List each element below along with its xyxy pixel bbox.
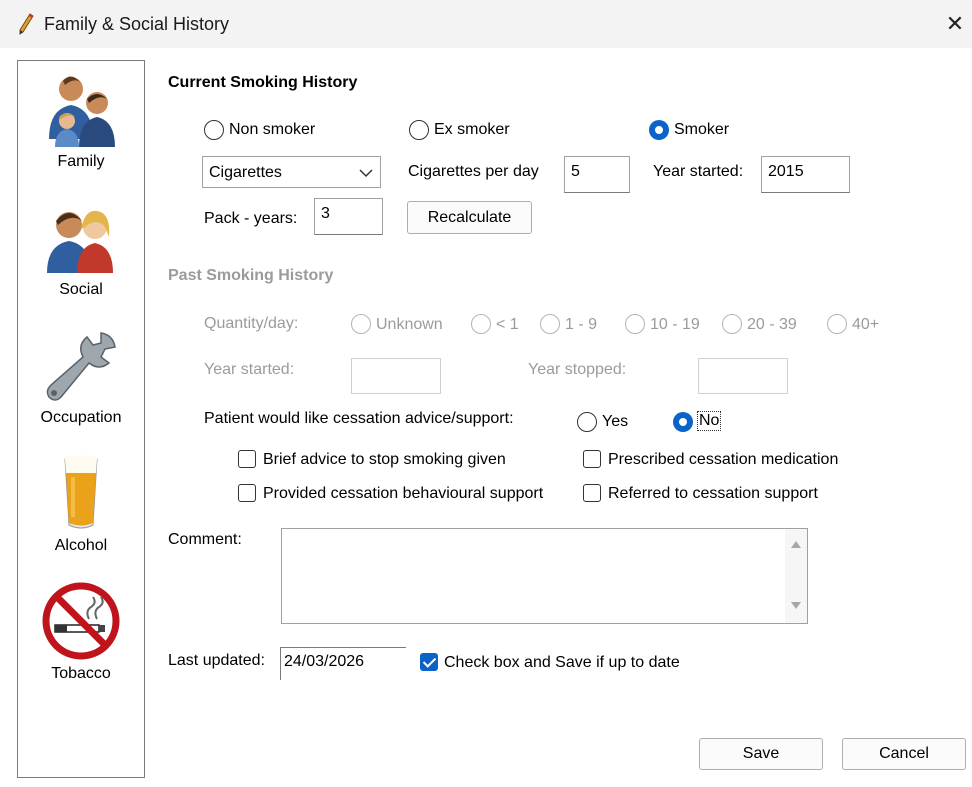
past-year-started-label: Year started: — [204, 361, 295, 378]
referred-support-label: Referred to cessation support — [608, 485, 818, 502]
comment-scrollbar[interactable] — [785, 529, 807, 623]
cessation-no-radio[interactable] — [673, 412, 693, 432]
cigarettes-per-day-field[interactable]: 5 — [564, 156, 630, 193]
pencil-icon — [19, 13, 34, 35]
year-started-label: Year started: — [653, 163, 744, 180]
cessation-no-label: No — [697, 411, 722, 431]
sidebar-item-label: Social — [59, 281, 103, 298]
pack-years-field[interactable]: 3 — [314, 198, 383, 235]
beer-glass-icon — [64, 455, 98, 529]
current-smoking-heading: Current Smoking History — [168, 74, 358, 91]
year-stopped-label: Year stopped: — [528, 361, 627, 378]
brief-advice-checkbox[interactable] — [238, 450, 256, 468]
last-updated-label: Last updated: — [168, 652, 265, 669]
window-title: Family & Social History — [44, 14, 230, 34]
last-updated-field[interactable]: 24/03/2026 — [280, 647, 406, 680]
wrench-icon — [46, 332, 116, 401]
up-to-date-checkbox[interactable] — [420, 653, 438, 671]
quantity-1-9-radio[interactable] — [540, 314, 560, 334]
behavioural-support-label: Provided cessation behavioural support — [263, 485, 544, 502]
brief-advice-label: Brief advice to stop smoking given — [263, 451, 506, 468]
close-button[interactable]: ✕ — [940, 8, 970, 40]
comment-label: Comment: — [168, 531, 242, 548]
cancel-button[interactable]: Cancel — [842, 738, 966, 770]
quantity-1-9-label: 1 - 9 — [565, 316, 598, 333]
quantity-unknown-label: Unknown — [376, 316, 443, 333]
sidebar-item-occupation[interactable]: Occupation — [18, 321, 144, 441]
referred-support-checkbox[interactable] — [583, 484, 601, 502]
smoker-radio[interactable] — [649, 120, 669, 140]
non-smoker-radio[interactable] — [204, 120, 224, 140]
up-to-date-label: Check box and Save if up to date — [444, 654, 680, 671]
ex-smoker-radio[interactable] — [409, 120, 429, 140]
quantity-unknown-radio[interactable] — [351, 314, 371, 334]
year-stopped-field[interactable] — [698, 358, 788, 394]
prescribed-medication-checkbox[interactable] — [583, 450, 601, 468]
quantity-20-39-radio[interactable] — [722, 314, 742, 334]
comment-textarea[interactable] — [281, 528, 808, 624]
no-smoking-icon — [42, 582, 120, 660]
past-smoking-heading: Past Smoking History — [168, 267, 334, 284]
sidebar-item-social[interactable]: Social — [18, 193, 144, 313]
cessation-question: Patient would like cessation advice/supp… — [204, 410, 514, 427]
tobacco-product-select[interactable]: Cigarettes — [202, 156, 381, 188]
quantity-lt1-label: < 1 — [496, 316, 519, 333]
ex-smoker-label: Ex smoker — [434, 121, 510, 138]
family-icon — [49, 76, 115, 147]
quantity-10-19-label: 10 - 19 — [650, 316, 700, 333]
past-year-started-field[interactable] — [351, 358, 441, 394]
quantity-10-19-radio[interactable] — [625, 314, 645, 334]
non-smoker-label: Non smoker — [229, 121, 316, 138]
quantity-lt1-radio[interactable] — [471, 314, 491, 334]
chevron-down-icon — [359, 169, 373, 178]
sidebar-item-label: Tobacco — [51, 665, 111, 682]
recalculate-button[interactable]: Recalculate — [407, 201, 532, 234]
sidebar-item-family[interactable]: Family — [18, 65, 144, 185]
cigarettes-per-day-label: Cigarettes per day — [408, 163, 539, 180]
cessation-yes-label: Yes — [602, 413, 629, 430]
pack-years-label: Pack - years: — [204, 210, 298, 227]
behavioural-support-checkbox[interactable] — [238, 484, 256, 502]
prescribed-medication-label: Prescribed cessation medication — [608, 451, 839, 468]
scroll-up-icon[interactable] — [790, 539, 802, 549]
social-icon — [47, 210, 113, 273]
save-button[interactable]: Save — [699, 738, 823, 770]
quantity-40plus-radio[interactable] — [827, 314, 847, 334]
quantity-20-39-label: 20 - 39 — [747, 316, 797, 333]
scroll-down-icon[interactable] — [790, 601, 802, 611]
sidebar: Family Social Occupation Alcohol Tobacco — [17, 60, 145, 778]
quantity-per-day-label: Quantity/day: — [204, 315, 299, 332]
cessation-yes-radio[interactable] — [577, 412, 597, 432]
smoker-label: Smoker — [674, 121, 730, 138]
sidebar-item-label: Family — [57, 153, 105, 170]
sidebar-item-tobacco[interactable]: Tobacco — [18, 577, 144, 697]
year-started-field[interactable]: 2015 — [761, 156, 850, 193]
tobacco-product-value: Cigarettes — [209, 164, 282, 181]
quantity-40plus-label: 40+ — [852, 316, 880, 333]
sidebar-item-label: Occupation — [40, 409, 122, 426]
sidebar-item-label: Alcohol — [54, 537, 108, 554]
sidebar-item-alcohol[interactable]: Alcohol — [18, 449, 144, 569]
